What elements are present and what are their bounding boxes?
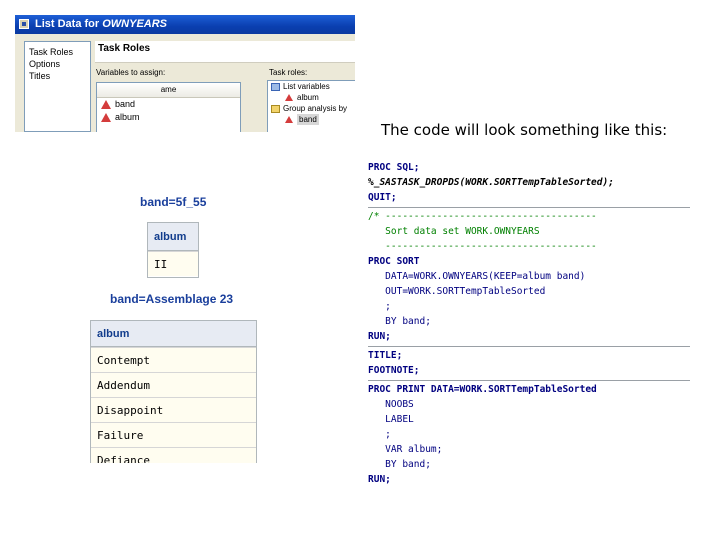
code-line: VAR album; [368, 444, 443, 455]
variable-label: band [115, 99, 136, 109]
table-cell: Contempt [91, 347, 256, 372]
role-list-variables[interactable]: List variables [268, 81, 355, 92]
code-comment-line: /* ------------------------------------- [368, 211, 597, 222]
code-line: LABEL [368, 414, 414, 425]
sas-code-listing: PROC SQL; %_SASTASK_DROPDS(WORK.SORTTemp… [368, 160, 690, 487]
table-cell: Defiance [91, 447, 256, 463]
table-header: album [91, 321, 256, 347]
variable-item-band[interactable]: band [97, 98, 240, 111]
role-group-analysis[interactable]: Group analysis by [268, 103, 355, 114]
character-variable-icon [101, 100, 111, 109]
character-variable-icon [101, 113, 111, 122]
dialog-nav-list: Task Roles Options Titles [24, 41, 91, 132]
code-line: ; [368, 301, 391, 312]
role-label: band [297, 114, 319, 125]
variable-item-album[interactable]: album [97, 111, 240, 124]
code-line: PROC SQL; [368, 162, 420, 173]
nav-item-options[interactable]: Options [29, 58, 90, 70]
code-line: PROC SORT [368, 256, 420, 267]
dialog-title-prefix: List Data for [35, 18, 103, 30]
code-line: BY band; [368, 316, 431, 327]
variables-column-header[interactable]: ame [97, 83, 240, 98]
code-line: RUN; [368, 474, 391, 485]
variable-label: album [115, 112, 140, 122]
role-label: List variables [283, 82, 330, 91]
code-line: OUT=WORK.SORTTempTableSorted [368, 286, 546, 297]
code-line: DATA=WORK.OWNYEARS(KEEP=album band) [368, 271, 586, 282]
group-title-2: band=Assemblage 23 [110, 292, 234, 306]
table-cell: Disappoint [91, 397, 256, 422]
variable-icon [285, 94, 293, 101]
code-line: PROC PRINT DATA=WORK.SORTTempTableSorted [368, 384, 597, 395]
code-line: ; [368, 429, 391, 440]
nav-item-task-roles[interactable]: Task Roles [29, 46, 90, 58]
code-separator [368, 380, 690, 381]
code-comment-line: Sort data set WORK.OWNYEARS [368, 226, 540, 237]
code-line: %_SASTASK_DROPDS(WORK.SORTTempTableSorte… [368, 177, 614, 188]
window-icon [19, 19, 29, 29]
dialog-title-dataset: OWNYEARS [102, 18, 168, 30]
code-line: RUN; [368, 331, 391, 342]
table-cell: II [148, 251, 198, 276]
code-line: TITLE; [368, 350, 403, 361]
table-cell: Failure [91, 422, 256, 447]
dialog-title: List Data for OWNYEARS [35, 15, 167, 34]
code-line: QUIT; [368, 192, 397, 203]
group-title-1: band=5f_55 [140, 195, 207, 209]
table-cell: Addendum [91, 372, 256, 397]
role-item-album[interactable]: album [268, 92, 355, 103]
role-label: Group analysis by [283, 104, 348, 113]
nav-item-titles[interactable]: Titles [29, 70, 90, 82]
role-item-band[interactable]: band [268, 114, 355, 125]
output-table-1: album II [147, 222, 199, 278]
variables-label: Variables to assign: [96, 68, 166, 77]
code-caption: The code will look something like this: [381, 121, 668, 139]
list-data-dialog: List Data for OWNYEARS Task Roles Option… [15, 15, 355, 132]
task-roles-tree[interactable]: List variables album Group analysis by b… [267, 80, 355, 132]
code-line: NOOBS [368, 399, 414, 410]
code-line: FOOTNOTE; [368, 365, 420, 376]
variables-list[interactable]: ame band album [96, 82, 241, 132]
variable-icon [285, 116, 293, 123]
panel-title: Task Roles [95, 41, 355, 63]
role-label: album [297, 93, 319, 102]
task-roles-label: Task roles: [269, 68, 308, 77]
dialog-title-bar[interactable]: List Data for OWNYEARS [15, 15, 355, 34]
group-icon [271, 104, 280, 113]
table-header: album [148, 223, 198, 251]
output-table-2: album Contempt Addendum Disappoint Failu… [90, 320, 257, 463]
code-separator [368, 207, 690, 208]
code-comment-line: ------------------------------------- [368, 241, 597, 252]
list-variables-icon [271, 82, 280, 91]
code-line: BY band; [368, 459, 431, 470]
code-separator [368, 346, 690, 347]
